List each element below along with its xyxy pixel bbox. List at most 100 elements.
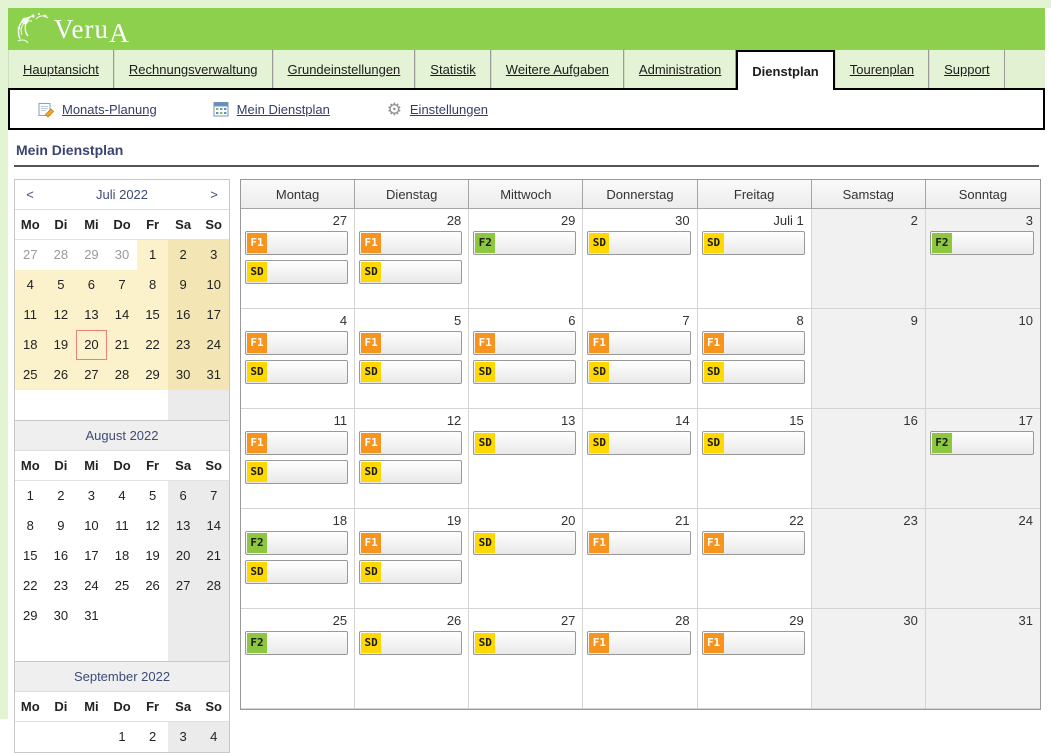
mini-day-cell[interactable]: 9 xyxy=(46,511,77,541)
mini-day-cell[interactable]: 8 xyxy=(15,511,46,541)
calendar-entry[interactable]: F2 xyxy=(473,231,576,255)
calendar-entry[interactable]: F1 xyxy=(702,631,805,655)
toolbar-link-einstellungen[interactable]: ⚙Einstellungen xyxy=(386,101,488,118)
tab-hauptansicht[interactable]: Hauptansicht xyxy=(8,50,114,88)
mini-day-cell[interactable]: 5 xyxy=(46,270,77,300)
mini-day-cell[interactable]: 2 xyxy=(168,240,199,270)
tab-weitere-aufgaben[interactable]: Weitere Aufgaben xyxy=(491,50,624,88)
mini-day-cell[interactable]: 19 xyxy=(46,330,77,360)
mini-day-cell[interactable]: 28 xyxy=(46,240,77,270)
calendar-entry[interactable]: SD xyxy=(359,360,462,384)
mini-day-cell[interactable]: 16 xyxy=(168,300,199,330)
calendar-entry[interactable]: F1 xyxy=(473,331,576,355)
tab-dienstplan[interactable]: Dienstplan xyxy=(736,50,834,90)
calendar-entry[interactable]: F1 xyxy=(587,531,690,555)
mini-day-cell[interactable]: 15 xyxy=(137,300,168,330)
toolbar-link-mein-dienstplan[interactable]: Mein Dienstplan xyxy=(213,101,330,118)
mini-day-cell[interactable]: 1 xyxy=(15,481,46,511)
mini-day-cell[interactable]: 28 xyxy=(107,360,138,390)
mini-day-cell[interactable]: 20 xyxy=(168,541,199,571)
mini-day-cell[interactable]: 18 xyxy=(107,541,138,571)
mini-day-cell[interactable]: 11 xyxy=(107,511,138,541)
tab-administration[interactable]: Administration xyxy=(624,50,736,88)
mini-day-cell[interactable]: 11 xyxy=(15,300,46,330)
mini-day-cell[interactable]: 2 xyxy=(46,481,77,511)
mini-day-cell[interactable]: 22 xyxy=(137,330,168,360)
mini-day-cell[interactable]: 29 xyxy=(76,240,107,270)
calendar-entry[interactable]: SD xyxy=(359,560,462,584)
mini-day-cell[interactable]: 8 xyxy=(137,270,168,300)
mini-day-cell[interactable]: 15 xyxy=(15,541,46,571)
calendar-entry[interactable]: F2 xyxy=(245,531,348,555)
mini-day-cell[interactable]: 22 xyxy=(15,571,46,601)
mini-day-cell[interactable]: 24 xyxy=(198,330,229,360)
mini-day-cell[interactable]: 16 xyxy=(46,541,77,571)
mini-day-cell[interactable]: 10 xyxy=(198,270,229,300)
next-month-button[interactable]: > xyxy=(199,187,229,202)
mini-day-cell[interactable]: 23 xyxy=(168,330,199,360)
calendar-entry[interactable]: F1 xyxy=(245,331,348,355)
mini-day-cell[interactable]: 3 xyxy=(168,722,199,752)
mini-day-cell[interactable]: 13 xyxy=(168,511,199,541)
calendar-entry[interactable]: SD xyxy=(587,360,690,384)
mini-day-cell[interactable]: 29 xyxy=(137,360,168,390)
calendar-entry[interactable]: F1 xyxy=(359,531,462,555)
calendar-entry[interactable]: F1 xyxy=(359,331,462,355)
mini-day-cell[interactable]: 27 xyxy=(76,360,107,390)
calendar-entry[interactable]: F1 xyxy=(587,631,690,655)
mini-day-cell[interactable]: 3 xyxy=(198,240,229,270)
calendar-entry[interactable]: SD xyxy=(473,431,576,455)
calendar-entry[interactable]: SD xyxy=(473,360,576,384)
mini-day-cell[interactable]: 12 xyxy=(46,300,77,330)
mini-day-cell[interactable]: 14 xyxy=(107,300,138,330)
mini-day-cell[interactable]: 23 xyxy=(46,571,77,601)
mini-day-cell[interactable]: 19 xyxy=(137,541,168,571)
mini-day-cell[interactable]: 13 xyxy=(76,300,107,330)
calendar-entry[interactable]: F2 xyxy=(245,631,348,655)
mini-day-cell[interactable]: 30 xyxy=(168,360,199,390)
calendar-entry[interactable]: SD xyxy=(473,631,576,655)
mini-day-cell[interactable]: 20 xyxy=(76,330,107,360)
mini-day-cell[interactable]: 30 xyxy=(107,240,138,270)
mini-day-cell[interactable]: 3 xyxy=(76,481,107,511)
mini-day-cell[interactable]: 4 xyxy=(107,481,138,511)
mini-day-cell[interactable]: 5 xyxy=(137,481,168,511)
mini-day-cell[interactable]: 28 xyxy=(198,571,229,601)
tab-statistik[interactable]: Statistik xyxy=(415,50,491,88)
tab-rechnungsverwaltung[interactable]: Rechnungsverwaltung xyxy=(114,50,273,88)
mini-day-cell[interactable]: 12 xyxy=(137,511,168,541)
calendar-entry[interactable]: SD xyxy=(702,431,805,455)
calendar-entry[interactable]: F2 xyxy=(930,231,1034,255)
mini-day-cell[interactable]: 17 xyxy=(76,541,107,571)
prev-month-button[interactable]: < xyxy=(15,187,45,202)
calendar-entry[interactable]: SD xyxy=(473,531,576,555)
mini-day-cell[interactable]: 6 xyxy=(168,481,199,511)
calendar-entry[interactable]: SD xyxy=(359,460,462,484)
calendar-entry[interactable]: SD xyxy=(702,231,805,255)
calendar-entry[interactable]: SD xyxy=(587,431,690,455)
mini-day-cell[interactable]: 29 xyxy=(15,601,46,631)
mini-day-cell[interactable]: 17 xyxy=(198,300,229,330)
mini-day-cell[interactable]: 27 xyxy=(168,571,199,601)
mini-day-cell[interactable]: 18 xyxy=(15,330,46,360)
calendar-entry[interactable]: SD xyxy=(245,560,348,584)
calendar-entry[interactable]: SD xyxy=(702,360,805,384)
calendar-entry[interactable]: SD xyxy=(245,460,348,484)
mini-day-cell[interactable]: 9 xyxy=(168,270,199,300)
calendar-entry[interactable]: SD xyxy=(245,360,348,384)
mini-day-cell[interactable]: 27 xyxy=(15,240,46,270)
mini-day-cell[interactable]: 21 xyxy=(198,541,229,571)
mini-day-cell[interactable]: 25 xyxy=(15,360,46,390)
mini-day-cell[interactable]: 31 xyxy=(198,360,229,390)
mini-day-cell[interactable]: 24 xyxy=(76,571,107,601)
mini-day-cell[interactable]: 2 xyxy=(137,722,168,752)
mini-day-cell[interactable]: 21 xyxy=(107,330,138,360)
tab-tourenplan[interactable]: Tourenplan xyxy=(835,50,929,88)
mini-day-cell[interactable]: 1 xyxy=(107,722,138,752)
calendar-entry[interactable]: F1 xyxy=(359,431,462,455)
calendar-entry[interactable]: F1 xyxy=(587,331,690,355)
mini-day-cell[interactable]: 4 xyxy=(15,270,46,300)
mini-day-cell[interactable]: 26 xyxy=(46,360,77,390)
mini-day-cell[interactable]: 10 xyxy=(76,511,107,541)
toolbar-link-monats-planung[interactable]: Monats-Planung xyxy=(38,101,157,118)
